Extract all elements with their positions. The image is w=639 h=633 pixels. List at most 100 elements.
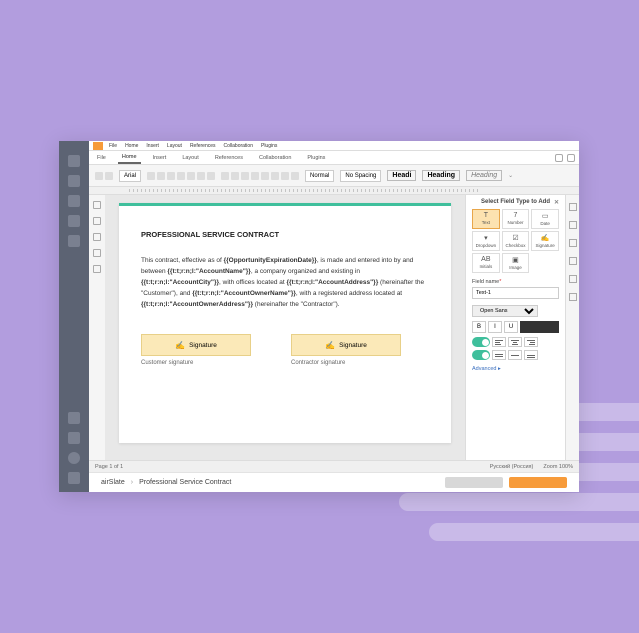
font-select[interactable]: Arial (119, 170, 141, 182)
horizontal-ruler[interactable] (89, 187, 579, 195)
tab-collaboration[interactable]: Collaboration (255, 153, 295, 163)
field-type-signature[interactable]: ✍Signature (531, 231, 559, 251)
sidebar-item[interactable] (68, 175, 80, 187)
color-picker[interactable] (520, 321, 559, 333)
tab-file[interactable]: File (93, 153, 110, 163)
menu-layout[interactable]: Layout (167, 143, 182, 149)
heading-style-3[interactable]: Heading (466, 170, 502, 181)
language-indicator[interactable]: Русский (Россия) (490, 464, 534, 470)
numlist-icon[interactable] (231, 172, 239, 180)
image-panel-icon[interactable] (569, 239, 577, 247)
copy-icon[interactable] (95, 172, 103, 180)
font-family-select[interactable]: Open Sans (472, 305, 538, 317)
tab-plugins[interactable]: Plugins (303, 153, 329, 163)
sub-icon[interactable] (197, 172, 205, 180)
menu-home[interactable]: Home (125, 143, 138, 149)
table-panel-icon[interactable] (569, 221, 577, 229)
color-icon[interactable] (207, 172, 215, 180)
menu-insert[interactable]: Insert (146, 143, 159, 149)
field-type-text[interactable]: TText (472, 209, 500, 229)
heading-style-1[interactable]: Headi (387, 170, 416, 181)
sidebar-item[interactable] (68, 452, 80, 464)
field-type-initials[interactable]: ABInitials (472, 253, 500, 273)
underline-icon[interactable] (167, 172, 175, 180)
document-canvas[interactable]: PROFESSIONAL SERVICE CONTRACT This contr… (105, 195, 465, 460)
search-icon[interactable] (93, 201, 101, 209)
field-type-image[interactable]: ▣Image (502, 253, 530, 273)
shape-panel-icon[interactable] (569, 275, 577, 283)
indent-icon[interactable] (251, 172, 259, 180)
style-nospacing[interactable]: No Spacing (340, 170, 381, 182)
italic-icon[interactable] (157, 172, 165, 180)
paragraph-panel-icon[interactable] (569, 203, 577, 211)
headings-icon[interactable] (93, 233, 101, 241)
heading-style-2[interactable]: Heading (422, 170, 460, 181)
chart-panel-icon[interactable] (569, 293, 577, 301)
align-justify-icon[interactable] (291, 172, 299, 180)
align-toggle[interactable] (472, 337, 490, 347)
tab-insert[interactable]: Insert (149, 153, 171, 163)
field-type-dropdown[interactable]: ▾Dropdown (472, 231, 500, 251)
feedback-icon[interactable] (93, 265, 101, 273)
super-icon[interactable] (187, 172, 195, 180)
secondary-button[interactable] (445, 477, 503, 488)
customer-signature-field[interactable]: ✍ Signature (141, 334, 251, 356)
list-icon[interactable] (221, 172, 229, 180)
comment-icon[interactable] (93, 217, 101, 225)
valign-toggle[interactable] (472, 350, 490, 360)
underline-button[interactable]: U (504, 321, 518, 333)
field-type-checkbox[interactable]: ☑Checkbox (502, 231, 530, 251)
paste-icon[interactable] (105, 172, 113, 180)
page-indicator: Page 1 of 1 (95, 464, 123, 470)
sidebar-item[interactable] (68, 155, 80, 167)
bold-icon[interactable] (147, 172, 155, 180)
review-icon[interactable] (93, 249, 101, 257)
close-icon[interactable]: ✕ (554, 199, 559, 206)
sidebar-item[interactable] (68, 215, 80, 227)
menu-collaboration[interactable]: Collaboration (224, 143, 253, 149)
valign-middle-button[interactable] (508, 350, 522, 360)
outdent-icon[interactable] (241, 172, 249, 180)
advanced-toggle[interactable]: Advanced ▸ (472, 366, 559, 372)
chevron-down-icon[interactable]: ⌄ (508, 172, 513, 179)
sidebar-item[interactable] (68, 472, 80, 484)
tab-layout[interactable]: Layout (178, 153, 203, 163)
user-icon[interactable] (555, 154, 563, 162)
sidebar-item[interactable] (68, 195, 80, 207)
field-type-number[interactable]: 7Number (502, 209, 530, 229)
align-center-button[interactable] (508, 337, 522, 347)
italic-button[interactable]: I (488, 321, 502, 333)
sidebar-item[interactable] (68, 412, 80, 424)
settings-icon[interactable] (567, 154, 575, 162)
menu-file[interactable]: File (109, 143, 117, 149)
sidebar-item[interactable] (68, 432, 80, 444)
field-name-input[interactable] (472, 287, 559, 299)
bold-button[interactable]: B (472, 321, 486, 333)
valign-top-button[interactable] (492, 350, 506, 360)
tab-home[interactable]: Home (118, 152, 141, 164)
signature-field-label: Signature (189, 342, 217, 349)
header-panel-icon[interactable] (569, 257, 577, 265)
zoom-indicator[interactable]: Zoom 100% (543, 464, 573, 470)
strike-icon[interactable] (177, 172, 185, 180)
panel-title: Select Field Type to Add ✕ (472, 199, 559, 205)
tab-references[interactable]: References (211, 153, 247, 163)
primary-button[interactable] (509, 477, 567, 488)
align-right-icon[interactable] (281, 172, 289, 180)
crumb-root[interactable]: airSlate (101, 479, 125, 486)
align-center-icon[interactable] (271, 172, 279, 180)
menu-references[interactable]: References (190, 143, 216, 149)
field-type-date[interactable]: ▭Date (531, 209, 559, 229)
align-right-button[interactable] (524, 337, 538, 347)
style-normal[interactable]: Normal (305, 170, 334, 182)
menu-plugins[interactable]: Plugins (261, 143, 277, 149)
sidebar-item[interactable] (68, 235, 80, 247)
image-icon: ▣ (503, 256, 529, 264)
align-left-icon[interactable] (261, 172, 269, 180)
status-bar: Page 1 of 1 Русский (Россия) Zoom 100% (89, 460, 579, 472)
align-left-button[interactable] (492, 337, 506, 347)
contractor-signature-field[interactable]: ✍ Signature (291, 334, 401, 356)
right-tab-rail (565, 195, 579, 460)
text-icon: T (473, 212, 499, 219)
valign-bottom-button[interactable] (524, 350, 538, 360)
